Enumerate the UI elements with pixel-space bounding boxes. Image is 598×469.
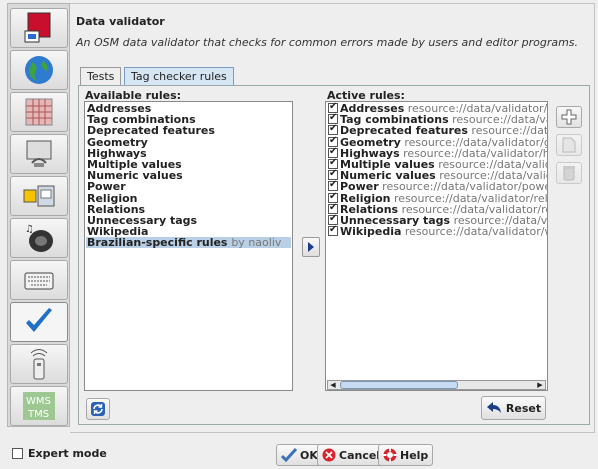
svg-text:♫: ♫ (25, 224, 34, 235)
active-rule-item[interactable]: Wikipedia resource://data/validator/wiki… (328, 224, 547, 239)
sidebar-item-wms-tms[interactable]: WMS TMS (10, 386, 68, 426)
trash-icon (563, 166, 575, 181)
help-button[interactable]: Help (378, 444, 434, 466)
page-title: Data validator (76, 15, 165, 28)
sidebar-item-projection[interactable] (10, 50, 68, 90)
remote-control-icon (30, 349, 48, 380)
sidebar-item-audio[interactable]: ♫ (10, 218, 68, 258)
scroll-thumb[interactable] (340, 381, 458, 389)
sidebar-item-remote-control[interactable] (10, 344, 68, 384)
wms-label-line-2: TMS (27, 409, 49, 420)
rule-enabled-checkbox[interactable] (328, 224, 338, 237)
add-source-button[interactable] (556, 106, 582, 128)
help-lifebuoy-icon (383, 448, 397, 462)
plugin-icon (23, 185, 55, 207)
refresh-icon (91, 402, 105, 416)
sidebar-item-validator[interactable] (10, 302, 68, 342)
keyboard-icon (24, 272, 54, 290)
sidebar-item-display[interactable] (10, 8, 68, 48)
sidebar-item-plugins[interactable] (10, 176, 68, 216)
cancel-icon (322, 448, 336, 462)
delete-source-button[interactable] (556, 162, 582, 184)
page-description: An OSM data validator that checks for co… (76, 36, 579, 49)
connection-icon (26, 140, 52, 167)
active-rule-name: Wikipedia (340, 225, 402, 239)
active-rule-source: resource://data/validator/wikip (404, 225, 547, 239)
ok-label: OK (300, 448, 318, 462)
sidebar-item-imagery[interactable] (10, 92, 68, 132)
map-grid-icon (25, 98, 53, 126)
available-rules-list[interactable]: Addresses Tag combinations Deprecated feat… (84, 101, 293, 391)
display-settings-icon (24, 12, 51, 43)
ok-button[interactable]: OK (276, 444, 323, 466)
add-rule-button[interactable] (302, 237, 320, 257)
reset-label: Reset (505, 401, 542, 415)
checkbox-unchecked-icon (12, 448, 23, 459)
reset-button[interactable]: Reset (481, 396, 546, 420)
active-rules-list[interactable]: Addresses resource://data/validator/addT… (325, 101, 548, 391)
wms-tms-icon: WMS TMS (23, 392, 55, 420)
scroll-right-arrow-icon[interactable]: ▶ (535, 381, 545, 389)
active-rules-hscrollbar[interactable]: ◀ ▶ (327, 380, 546, 390)
wms-label-line-1: WMS (26, 396, 51, 407)
tab-tag-checker-rules[interactable]: Tag checker rules (124, 67, 234, 85)
available-rule-name: Brazilian-specific rules (87, 236, 228, 250)
sidebar-item-connection[interactable] (10, 134, 68, 174)
expert-mode-label: Expert mode (28, 447, 107, 460)
preferences-sidebar: ♫ WMS TMS (7, 3, 70, 427)
validator-checkmark-icon (26, 308, 52, 332)
cancel-button[interactable]: Cancel (317, 444, 386, 466)
edit-source-button[interactable] (556, 134, 582, 156)
expert-mode-checkbox[interactable]: Expert mode (12, 447, 107, 460)
undo-arrow-icon (486, 402, 501, 413)
ok-checkmark-icon (281, 448, 297, 462)
scroll-left-arrow-icon[interactable]: ◀ (328, 381, 338, 389)
reload-button[interactable] (86, 398, 110, 420)
plus-icon (561, 109, 577, 125)
globe-icon (25, 56, 53, 84)
available-rule-item[interactable]: Brazilian-specific rules by naoliv (86, 236, 291, 250)
arrow-right-icon (308, 242, 314, 252)
cancel-label: Cancel (339, 448, 381, 462)
available-rule-author: by naoliv (231, 236, 282, 250)
audio-icon: ♫ (25, 224, 53, 252)
sidebar-item-shortcuts[interactable] (10, 260, 68, 300)
tab-tests[interactable]: Tests (80, 67, 122, 85)
document-icon (562, 137, 576, 153)
help-label: Help (400, 448, 429, 462)
